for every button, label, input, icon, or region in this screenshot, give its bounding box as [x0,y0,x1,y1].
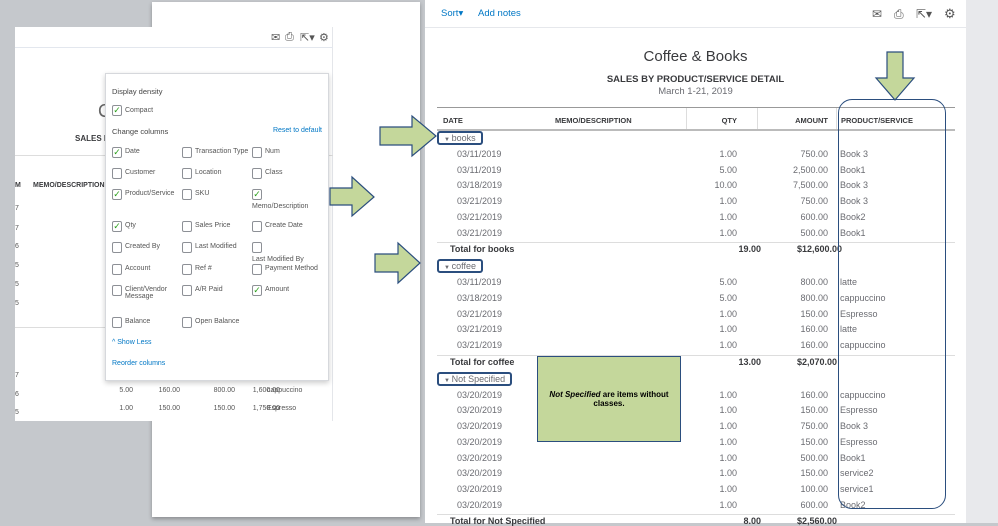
arrow-right-icon [379,114,437,158]
arrow-down-icon [874,51,916,101]
arrow-right-icon [329,175,375,218]
arrow-right-icon [374,241,421,285]
annotation-arrows [329,51,916,285]
